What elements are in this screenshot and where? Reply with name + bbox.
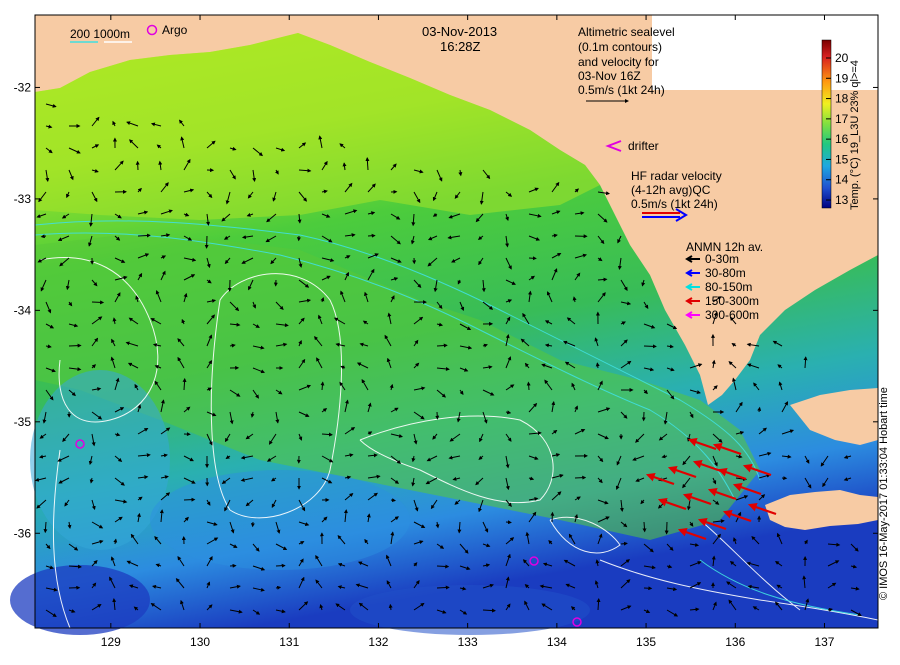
velocity-arrow: [69, 345, 81, 346]
velocity-arrow: [759, 408, 760, 412]
x-tick-label: 129: [101, 635, 121, 649]
altimetry-line-4: 03-Nov 16Z: [578, 69, 641, 83]
velocity-arrow: [276, 587, 280, 588]
velocity-arrow: [437, 345, 447, 346]
x-tick-label: 131: [279, 635, 299, 649]
velocity-arrow: [644, 522, 645, 531]
hf-radar-line-3: 0.5m/s (1kt 24h): [631, 197, 718, 211]
colorbar-tick-label: 20: [835, 51, 849, 65]
hf-radar-line-1: HF radar velocity: [631, 169, 722, 183]
colorbar-tick-label: 15: [835, 152, 849, 166]
drifter-label: drifter: [628, 139, 659, 153]
altimetry-line-2: (0.1m contours): [578, 40, 662, 54]
colorbar-tick-label: 16: [835, 132, 849, 146]
colorbar-label: Temp. (°C) 19_L3U 23% ql>=4: [849, 60, 861, 210]
colorbar-tick-label: 13: [835, 193, 849, 207]
velocity-arrow: [42, 236, 46, 237]
velocity-arrow: [528, 383, 529, 390]
map-time: 16:28Z: [440, 39, 481, 54]
y-tick-label: -33: [14, 192, 32, 206]
y-tick-label: -34: [14, 303, 32, 317]
map-area: [10, 15, 878, 635]
anmn-label: 30-80m: [705, 266, 746, 280]
x-tick-label: 136: [725, 635, 745, 649]
imos-credit: © IMOS 16-May-2017 01:33:04 Hobart time: [878, 387, 890, 600]
map-date: 03-Nov-2013: [422, 24, 497, 39]
y-tick-label: -32: [14, 80, 32, 94]
colorbar-tick-label: 14: [835, 173, 849, 187]
altimetry-line-5: 0.5m/s (1kt 24h): [578, 83, 665, 97]
velocity-arrow: [597, 363, 598, 368]
sst-map: 129 130 131 132 133 134 135 136 137 -32 -33 -34 -35…: [0, 0, 900, 660]
colorbar-tick-label: 19: [835, 71, 849, 85]
anmn-label: 80-150m: [705, 280, 752, 294]
cool-patch-central: [150, 470, 410, 570]
colorbar-tick-label: 18: [835, 92, 849, 106]
x-tick-label: 133: [458, 635, 478, 649]
y-tick-label: -35: [14, 415, 32, 429]
velocity-arrow: [391, 500, 395, 501]
anmn-label: 150-300m: [705, 294, 759, 308]
y-tick-label: -36: [14, 526, 32, 540]
x-tick-label: 135: [636, 635, 656, 649]
velocity-arrow: [138, 235, 150, 236]
x-tick-label: 134: [547, 635, 567, 649]
velocity-arrow: [621, 543, 627, 544]
depth-legend-label: 200 1000m: [70, 27, 130, 41]
velocity-arrow: [437, 566, 448, 567]
x-tick-label: 130: [190, 635, 210, 649]
anmn-label: 0-30m: [705, 252, 739, 266]
velocity-arrow: [390, 605, 391, 610]
cold-patch-southwest: [10, 565, 150, 635]
velocity-arrow: [437, 587, 449, 588]
colorbar-tick-label: 17: [835, 112, 849, 126]
x-tick-label: 132: [368, 635, 388, 649]
x-tick-label: 137: [814, 635, 834, 649]
altimetry-line-3: and velocity for: [578, 55, 659, 69]
anmn-label: 300-600m: [705, 308, 759, 322]
argo-legend-label: Argo: [162, 23, 188, 37]
altimetry-line-1: Altimetric sealevel: [578, 25, 675, 39]
colorbar-ramp: [822, 40, 831, 208]
hf-radar-line-2: (4-12h avg)QC: [631, 183, 711, 197]
